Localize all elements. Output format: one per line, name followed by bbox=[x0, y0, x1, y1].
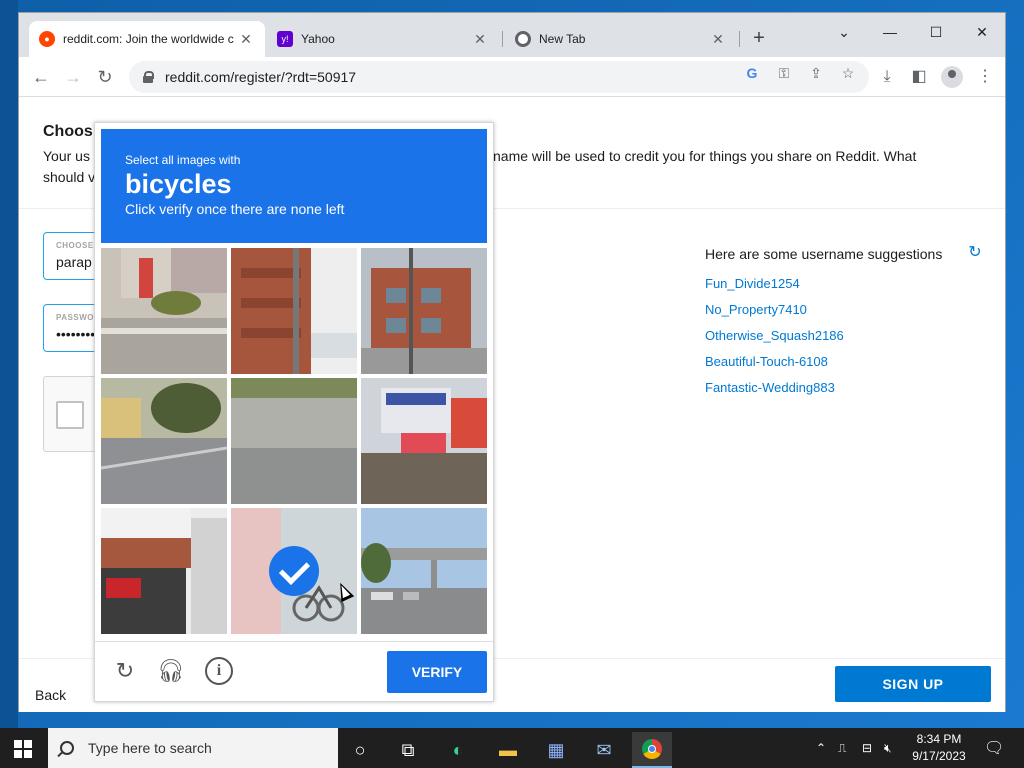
clock-date: 9/17/2023 bbox=[912, 749, 966, 763]
search-placeholder: Type here to search bbox=[88, 740, 212, 756]
google-icon[interactable]: G bbox=[743, 64, 761, 82]
side-panel-icon[interactable]: ◧ bbox=[909, 67, 929, 87]
close-window-button[interactable]: ✕ bbox=[959, 17, 1005, 47]
captcha-tile[interactable] bbox=[361, 378, 487, 504]
tab-label: Yahoo bbox=[301, 32, 335, 46]
mail-icon[interactable]: ✉ bbox=[584, 732, 624, 768]
captcha-tile[interactable] bbox=[231, 248, 357, 374]
recaptcha-checkbox[interactable] bbox=[56, 401, 84, 429]
captcha-header: Select all images with bicycles Click ve… bbox=[101, 129, 487, 243]
captcha-tile[interactable] bbox=[101, 508, 227, 634]
reddit-icon: ● bbox=[39, 31, 55, 47]
edge-icon[interactable]: ◐ bbox=[438, 732, 478, 768]
tab-label: reddit.com: Join the worldwide c bbox=[63, 32, 234, 46]
refresh-icon[interactable]: ↻ bbox=[966, 244, 984, 262]
maximize-button[interactable]: ☐ bbox=[913, 17, 959, 47]
back-arrow-icon[interactable]: ← bbox=[27, 63, 55, 91]
browser-toolbar: ← → ↻ reddit.com/register/?rdt=50917 G ⚿… bbox=[19, 57, 1005, 97]
sign-up-button[interactable]: SIGN UP bbox=[835, 666, 991, 702]
clock-time: 8:34 PM bbox=[916, 732, 962, 746]
url-text: reddit.com/register/?rdt=50917 bbox=[165, 69, 357, 85]
suggestion-link[interactable]: Otherwise_Squash2186 bbox=[705, 328, 844, 343]
share-icon[interactable]: ⇪ bbox=[807, 64, 825, 82]
suggestion-link[interactable]: Fantastic-Wedding883 bbox=[705, 380, 835, 395]
suggestions-heading: Here are some username suggestions bbox=[705, 246, 943, 262]
new-tab-button[interactable]: + bbox=[745, 25, 773, 53]
search-icon bbox=[60, 741, 74, 755]
profile-avatar-icon[interactable] bbox=[941, 66, 963, 88]
tab-yahoo[interactable]: y! Yahoo ✕ bbox=[267, 21, 499, 57]
star-icon[interactable]: ☆ bbox=[839, 64, 857, 82]
forward-arrow-icon[interactable]: → bbox=[59, 63, 87, 91]
lock-icon bbox=[143, 71, 154, 83]
captcha-tile[interactable] bbox=[231, 378, 357, 504]
close-icon[interactable]: ✕ bbox=[709, 31, 727, 48]
tray-chevron-icon[interactable]: ⌃ bbox=[816, 728, 826, 768]
taskbar-clock[interactable]: 8:34 PM 9/17/2023 bbox=[904, 731, 974, 765]
chrome-icon bbox=[515, 31, 531, 47]
close-icon[interactable]: ✕ bbox=[237, 31, 255, 48]
taskbar-search[interactable]: Type here to search bbox=[48, 728, 338, 768]
taskbar: Type here to search ○ ⧉ ◐ ▬ ▦ ✉ ⌃ ⎍ ⊟ 🔇︎… bbox=[0, 728, 1024, 768]
headphones-icon[interactable]: 🎧︎ bbox=[157, 657, 185, 685]
network-icon[interactable]: ⎍ bbox=[838, 728, 846, 768]
back-link[interactable]: Back bbox=[35, 687, 66, 703]
chrome-taskbar-icon[interactable] bbox=[632, 732, 672, 768]
key-icon[interactable]: ⚿ bbox=[775, 64, 793, 82]
captcha-tile[interactable] bbox=[361, 248, 487, 374]
minimize-button[interactable]: — bbox=[867, 17, 913, 47]
suggestion-link[interactable]: Beautiful-Touch-6108 bbox=[705, 354, 828, 369]
captcha-tile[interactable] bbox=[101, 248, 227, 374]
yahoo-icon: y! bbox=[277, 31, 293, 47]
captcha-tile-selected[interactable] bbox=[231, 508, 357, 634]
description-right: name will be used to credit you for thin… bbox=[493, 148, 917, 164]
desktop-icons-strip bbox=[0, 0, 18, 728]
info-icon[interactable]: i bbox=[205, 657, 233, 685]
tab-label: New Tab bbox=[539, 32, 586, 46]
captcha-tile[interactable] bbox=[101, 378, 227, 504]
tab-new-tab[interactable]: New Tab ✕ bbox=[505, 21, 737, 57]
captcha-tile[interactable] bbox=[361, 508, 487, 634]
captcha-target: bicycles bbox=[125, 169, 232, 199]
cortana-icon[interactable]: ○ bbox=[340, 732, 380, 768]
tab-separator bbox=[739, 31, 740, 47]
captcha-footer-divider bbox=[95, 641, 493, 642]
tab-reddit[interactable]: ● reddit.com: Join the worldwide c ✕ bbox=[29, 21, 265, 57]
description-left: Your us bbox=[43, 148, 90, 164]
task-view-icon[interactable]: ⧉ bbox=[388, 732, 428, 768]
suggestion-link[interactable]: No_Property7410 bbox=[705, 302, 807, 317]
file-explorer-icon[interactable]: ▬ bbox=[488, 732, 528, 768]
captcha-subtext: Click verify once there are none left bbox=[125, 201, 345, 217]
page-title: Choos bbox=[43, 123, 93, 140]
menu-kebab-icon[interactable]: ⋮ bbox=[975, 67, 995, 87]
ethernet-icon[interactable]: ⊟ bbox=[862, 728, 872, 768]
download-icon[interactable]: ⤓ bbox=[877, 67, 897, 87]
check-icon bbox=[269, 546, 319, 596]
tab-search-chevron-icon[interactable]: ⌄ bbox=[821, 17, 867, 47]
store-icon[interactable]: ▦ bbox=[536, 732, 576, 768]
title-bar: ● reddit.com: Join the worldwide c ✕ y! … bbox=[19, 13, 1005, 57]
description-left-2: should v bbox=[43, 169, 96, 185]
captcha-instruction: Select all images with bbox=[125, 153, 241, 167]
suggestion-link[interactable]: Fun_Divide1254 bbox=[705, 276, 800, 291]
captcha-image-grid bbox=[101, 248, 487, 634]
reload-icon[interactable]: ↻ bbox=[91, 63, 119, 91]
verify-button[interactable]: VERIFY bbox=[387, 651, 487, 693]
notifications-icon[interactable]: 🗨︎ bbox=[984, 728, 1004, 768]
volume-muted-icon[interactable]: 🔇︎ bbox=[884, 728, 892, 768]
close-icon[interactable]: ✕ bbox=[471, 31, 489, 48]
tab-separator bbox=[502, 31, 503, 47]
reload-challenge-icon[interactable]: ↻ bbox=[111, 657, 139, 685]
windows-start-icon[interactable] bbox=[14, 740, 32, 758]
captcha-challenge-dialog: Select all images with bicycles Click ve… bbox=[94, 122, 494, 702]
